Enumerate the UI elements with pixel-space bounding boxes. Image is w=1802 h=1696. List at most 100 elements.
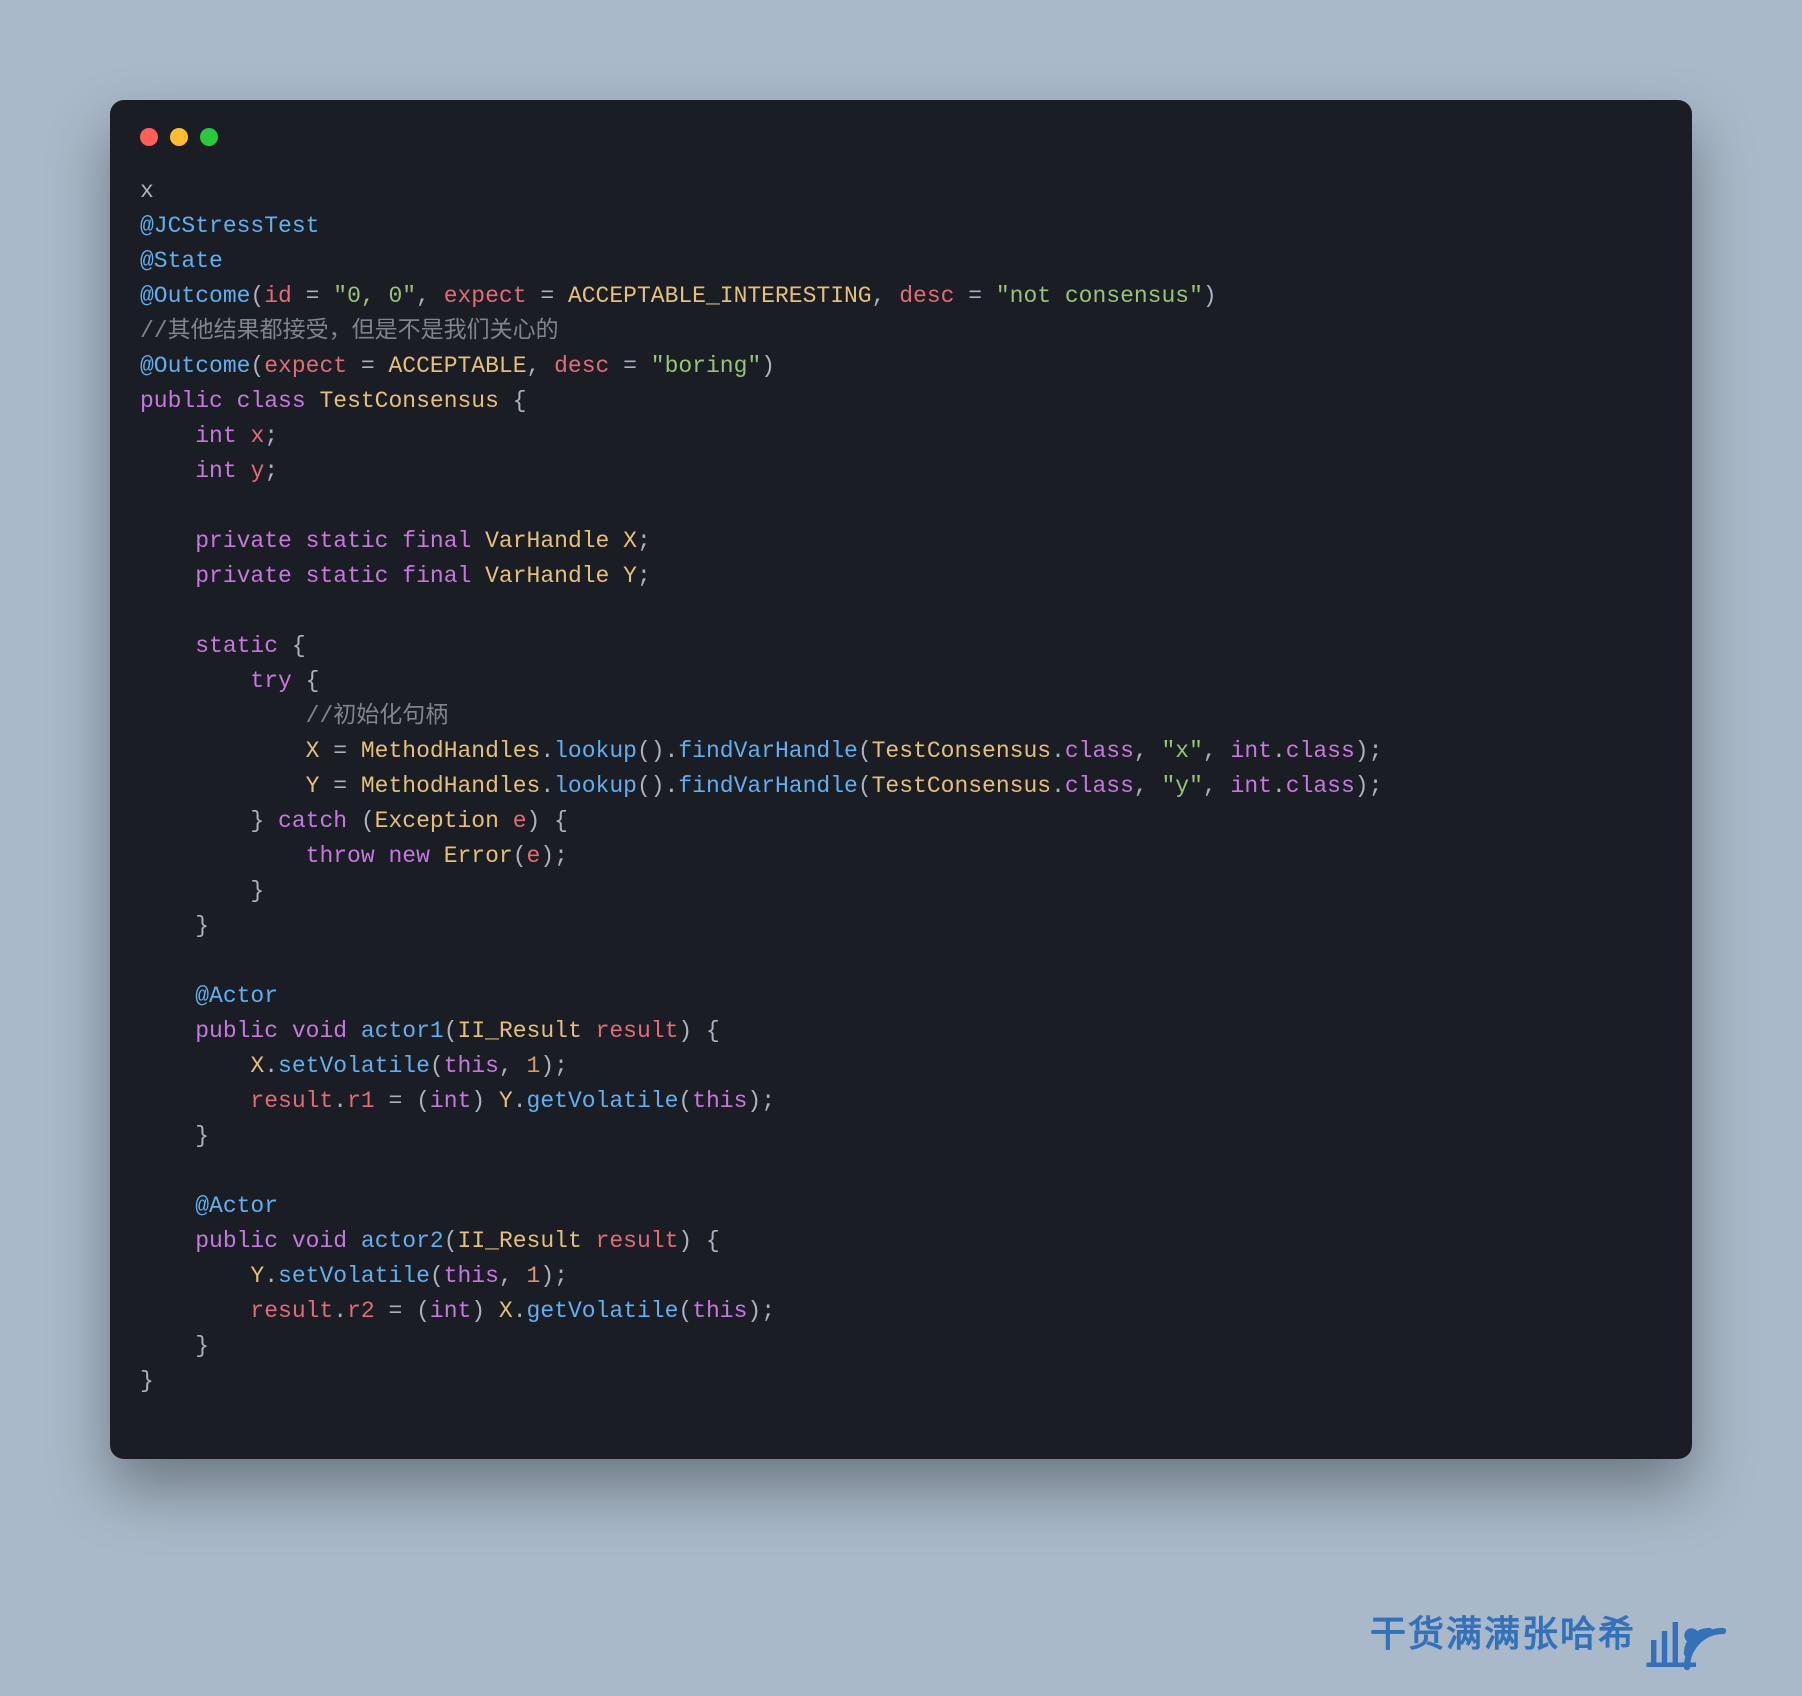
method: lookup (554, 738, 637, 764)
param-key: expect (444, 283, 527, 309)
keyword: catch (278, 808, 347, 834)
annotation-actor: @Actor (195, 983, 278, 1009)
signal-icon (1642, 1586, 1732, 1676)
annotation-actor: @Actor (195, 1193, 278, 1219)
annotation-jcstresstest: @JCStressTest (140, 213, 319, 239)
string-literal: "0, 0" (333, 283, 416, 309)
keyword: final (402, 563, 471, 589)
number: 1 (527, 1263, 541, 1289)
keyword: int (195, 458, 236, 484)
method: setVolatile (278, 1053, 430, 1079)
annotation-outcome: @Outcome (140, 283, 250, 309)
keyword: class (1065, 738, 1134, 764)
class-name: TestConsensus (319, 388, 498, 414)
constant: X (623, 528, 637, 554)
constant: X (306, 738, 320, 764)
keyword: class (1065, 773, 1134, 799)
param: result (596, 1018, 679, 1044)
method: actor2 (361, 1228, 444, 1254)
code-text: x (140, 178, 154, 204)
keyword: void (292, 1018, 347, 1044)
param-key: expect (264, 353, 347, 379)
code-block: x @JCStressTest @State @Outcome(id = "0,… (140, 174, 1662, 1399)
keyword: this (444, 1263, 499, 1289)
comment: //其他结果都接受，但是不是我们关心的 (140, 318, 559, 344)
param-key: desc (899, 283, 954, 309)
variable: result (250, 1088, 333, 1114)
type: Error (444, 843, 513, 869)
keyword: throw (306, 843, 375, 869)
window-controls (140, 128, 1662, 146)
constant: ACCEPTABLE (388, 353, 526, 379)
class-ref: MethodHandles (361, 738, 540, 764)
keyword: int (195, 423, 236, 449)
close-icon[interactable] (140, 128, 158, 146)
keyword: new (388, 843, 429, 869)
class-ref: TestConsensus (872, 773, 1051, 799)
keyword: public (195, 1228, 278, 1254)
param-key: desc (554, 353, 609, 379)
keyword: int (430, 1298, 471, 1324)
maximize-icon[interactable] (200, 128, 218, 146)
keyword: int (1231, 773, 1272, 799)
field: r2 (347, 1298, 375, 1324)
keyword: final (402, 528, 471, 554)
keyword: static (195, 633, 278, 659)
keyword: class (237, 388, 306, 414)
field: y (250, 458, 264, 484)
keyword: public (195, 1018, 278, 1044)
param-key: id (264, 283, 292, 309)
keyword: this (444, 1053, 499, 1079)
type: VarHandle (485, 528, 609, 554)
method: getVolatile (527, 1088, 679, 1114)
comment: //初始化句柄 (306, 703, 449, 729)
method: findVarHandle (678, 738, 857, 764)
field: r1 (347, 1088, 375, 1114)
keyword: int (430, 1088, 471, 1114)
method: lookup (554, 773, 637, 799)
number: 1 (527, 1053, 541, 1079)
variable: e (527, 843, 541, 869)
keyword: static (306, 528, 389, 554)
keyword: public (140, 388, 223, 414)
constant: X (250, 1053, 264, 1079)
constant: Y (306, 773, 320, 799)
keyword: try (250, 668, 291, 694)
class-ref: MethodHandles (361, 773, 540, 799)
constant: Y (499, 1088, 513, 1114)
keyword: this (692, 1298, 747, 1324)
class-ref: TestConsensus (872, 738, 1051, 764)
type: II_Result (458, 1228, 582, 1254)
field: x (250, 423, 264, 449)
keyword: private (195, 528, 292, 554)
watermark: 干货满满张哈希 (1370, 1586, 1732, 1676)
annotation-outcome: @Outcome (140, 353, 250, 379)
keyword: private (195, 563, 292, 589)
string-literal: "boring" (651, 353, 761, 379)
annotation-state: @State (140, 248, 223, 274)
variable: e (513, 808, 527, 834)
keyword: int (1231, 738, 1272, 764)
constant: Y (623, 563, 637, 589)
string-literal: "y" (1162, 773, 1203, 799)
keyword: this (692, 1088, 747, 1114)
method: actor1 (361, 1018, 444, 1044)
string-literal: "x" (1162, 738, 1203, 764)
keyword: static (306, 563, 389, 589)
watermark-text: 干货满满张哈希 (1370, 1605, 1636, 1657)
minimize-icon[interactable] (170, 128, 188, 146)
constant: X (499, 1298, 513, 1324)
string-literal: "not consensus" (996, 283, 1203, 309)
keyword: class (1286, 738, 1355, 764)
variable: result (250, 1298, 333, 1324)
code-window: x @JCStressTest @State @Outcome(id = "0,… (110, 100, 1692, 1459)
method: findVarHandle (678, 773, 857, 799)
method: setVolatile (278, 1263, 430, 1289)
constant: Y (250, 1263, 264, 1289)
param: result (596, 1228, 679, 1254)
keyword: class (1286, 773, 1355, 799)
constant: ACCEPTABLE_INTERESTING (568, 283, 872, 309)
type: VarHandle (485, 563, 609, 589)
type: Exception (375, 808, 499, 834)
method: getVolatile (527, 1298, 679, 1324)
